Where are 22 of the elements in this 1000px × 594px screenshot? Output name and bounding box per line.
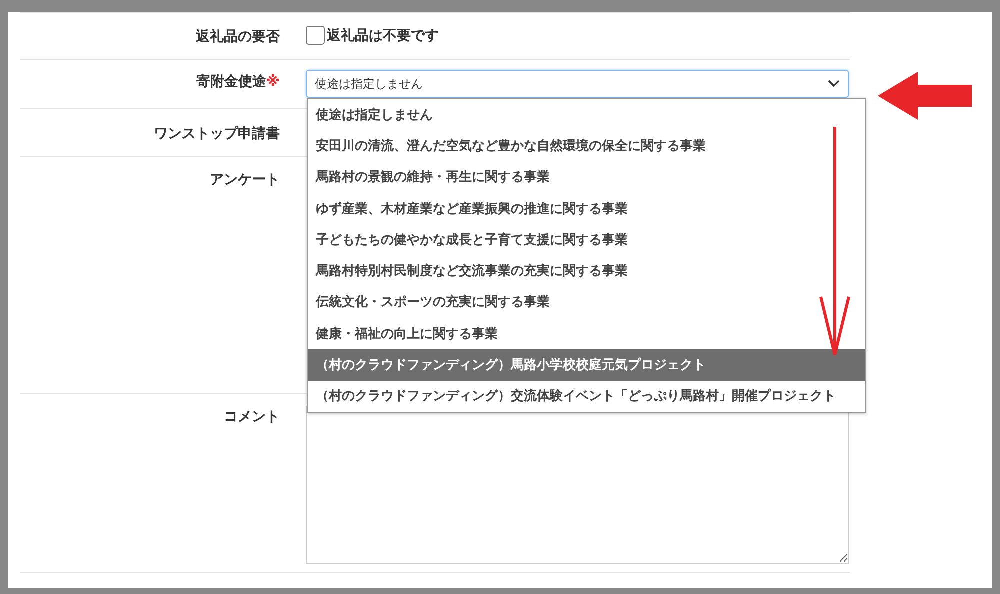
field-label: 寄附金使途※ (196, 74, 280, 90)
left-arrow-icon (878, 72, 972, 120)
dropdown-option[interactable]: 安田川の清流、澄んだ空気など豊かな自然環境の保全に関する事業 (308, 130, 865, 162)
field-label: アンケート (210, 172, 280, 188)
field-label: ワンストップ申請書 (154, 126, 280, 142)
field-label: 返礼品の要否 (196, 29, 280, 45)
field-label: コメント (224, 409, 280, 425)
checkbox[interactable] (306, 26, 325, 45)
dropdown-option[interactable]: 馬路村特別村民制度など交流事業の充実に関する事業 (308, 255, 865, 287)
dropdown-option[interactable]: 使途は指定しません (308, 99, 865, 130)
dropdown-option[interactable]: 伝統文化・スポーツの充実に関する事業 (308, 286, 865, 318)
dropdown-option[interactable]: （村のクラウドファンディング）交流体験イベント「どっぷり馬路村」開催プロジェクト (308, 380, 865, 412)
checkbox-label[interactable]: 返礼品は不要です (327, 26, 439, 44)
down-arrow-icon (818, 125, 852, 357)
chevron-down-icon (828, 80, 840, 88)
dropdown-option[interactable]: （村のクラウドファンディング）馬路小学校校庭元気プロジェクト (308, 349, 865, 381)
comment-field[interactable] (306, 406, 849, 564)
select-field[interactable]: 使途は指定しません (306, 70, 849, 98)
dropdown-option[interactable]: 子どもたちの健やかな成長と子育て支援に関する事業 (308, 224, 865, 256)
dropdown-option[interactable]: 馬路村の景観の維持・再生に関する事業 (308, 162, 865, 193)
dropdown-option[interactable]: ゆず産業、木材産業など産業振興の推進に関する事業 (308, 192, 865, 224)
dropdown-option[interactable]: 健康・福祉の向上に関する事業 (308, 318, 865, 350)
